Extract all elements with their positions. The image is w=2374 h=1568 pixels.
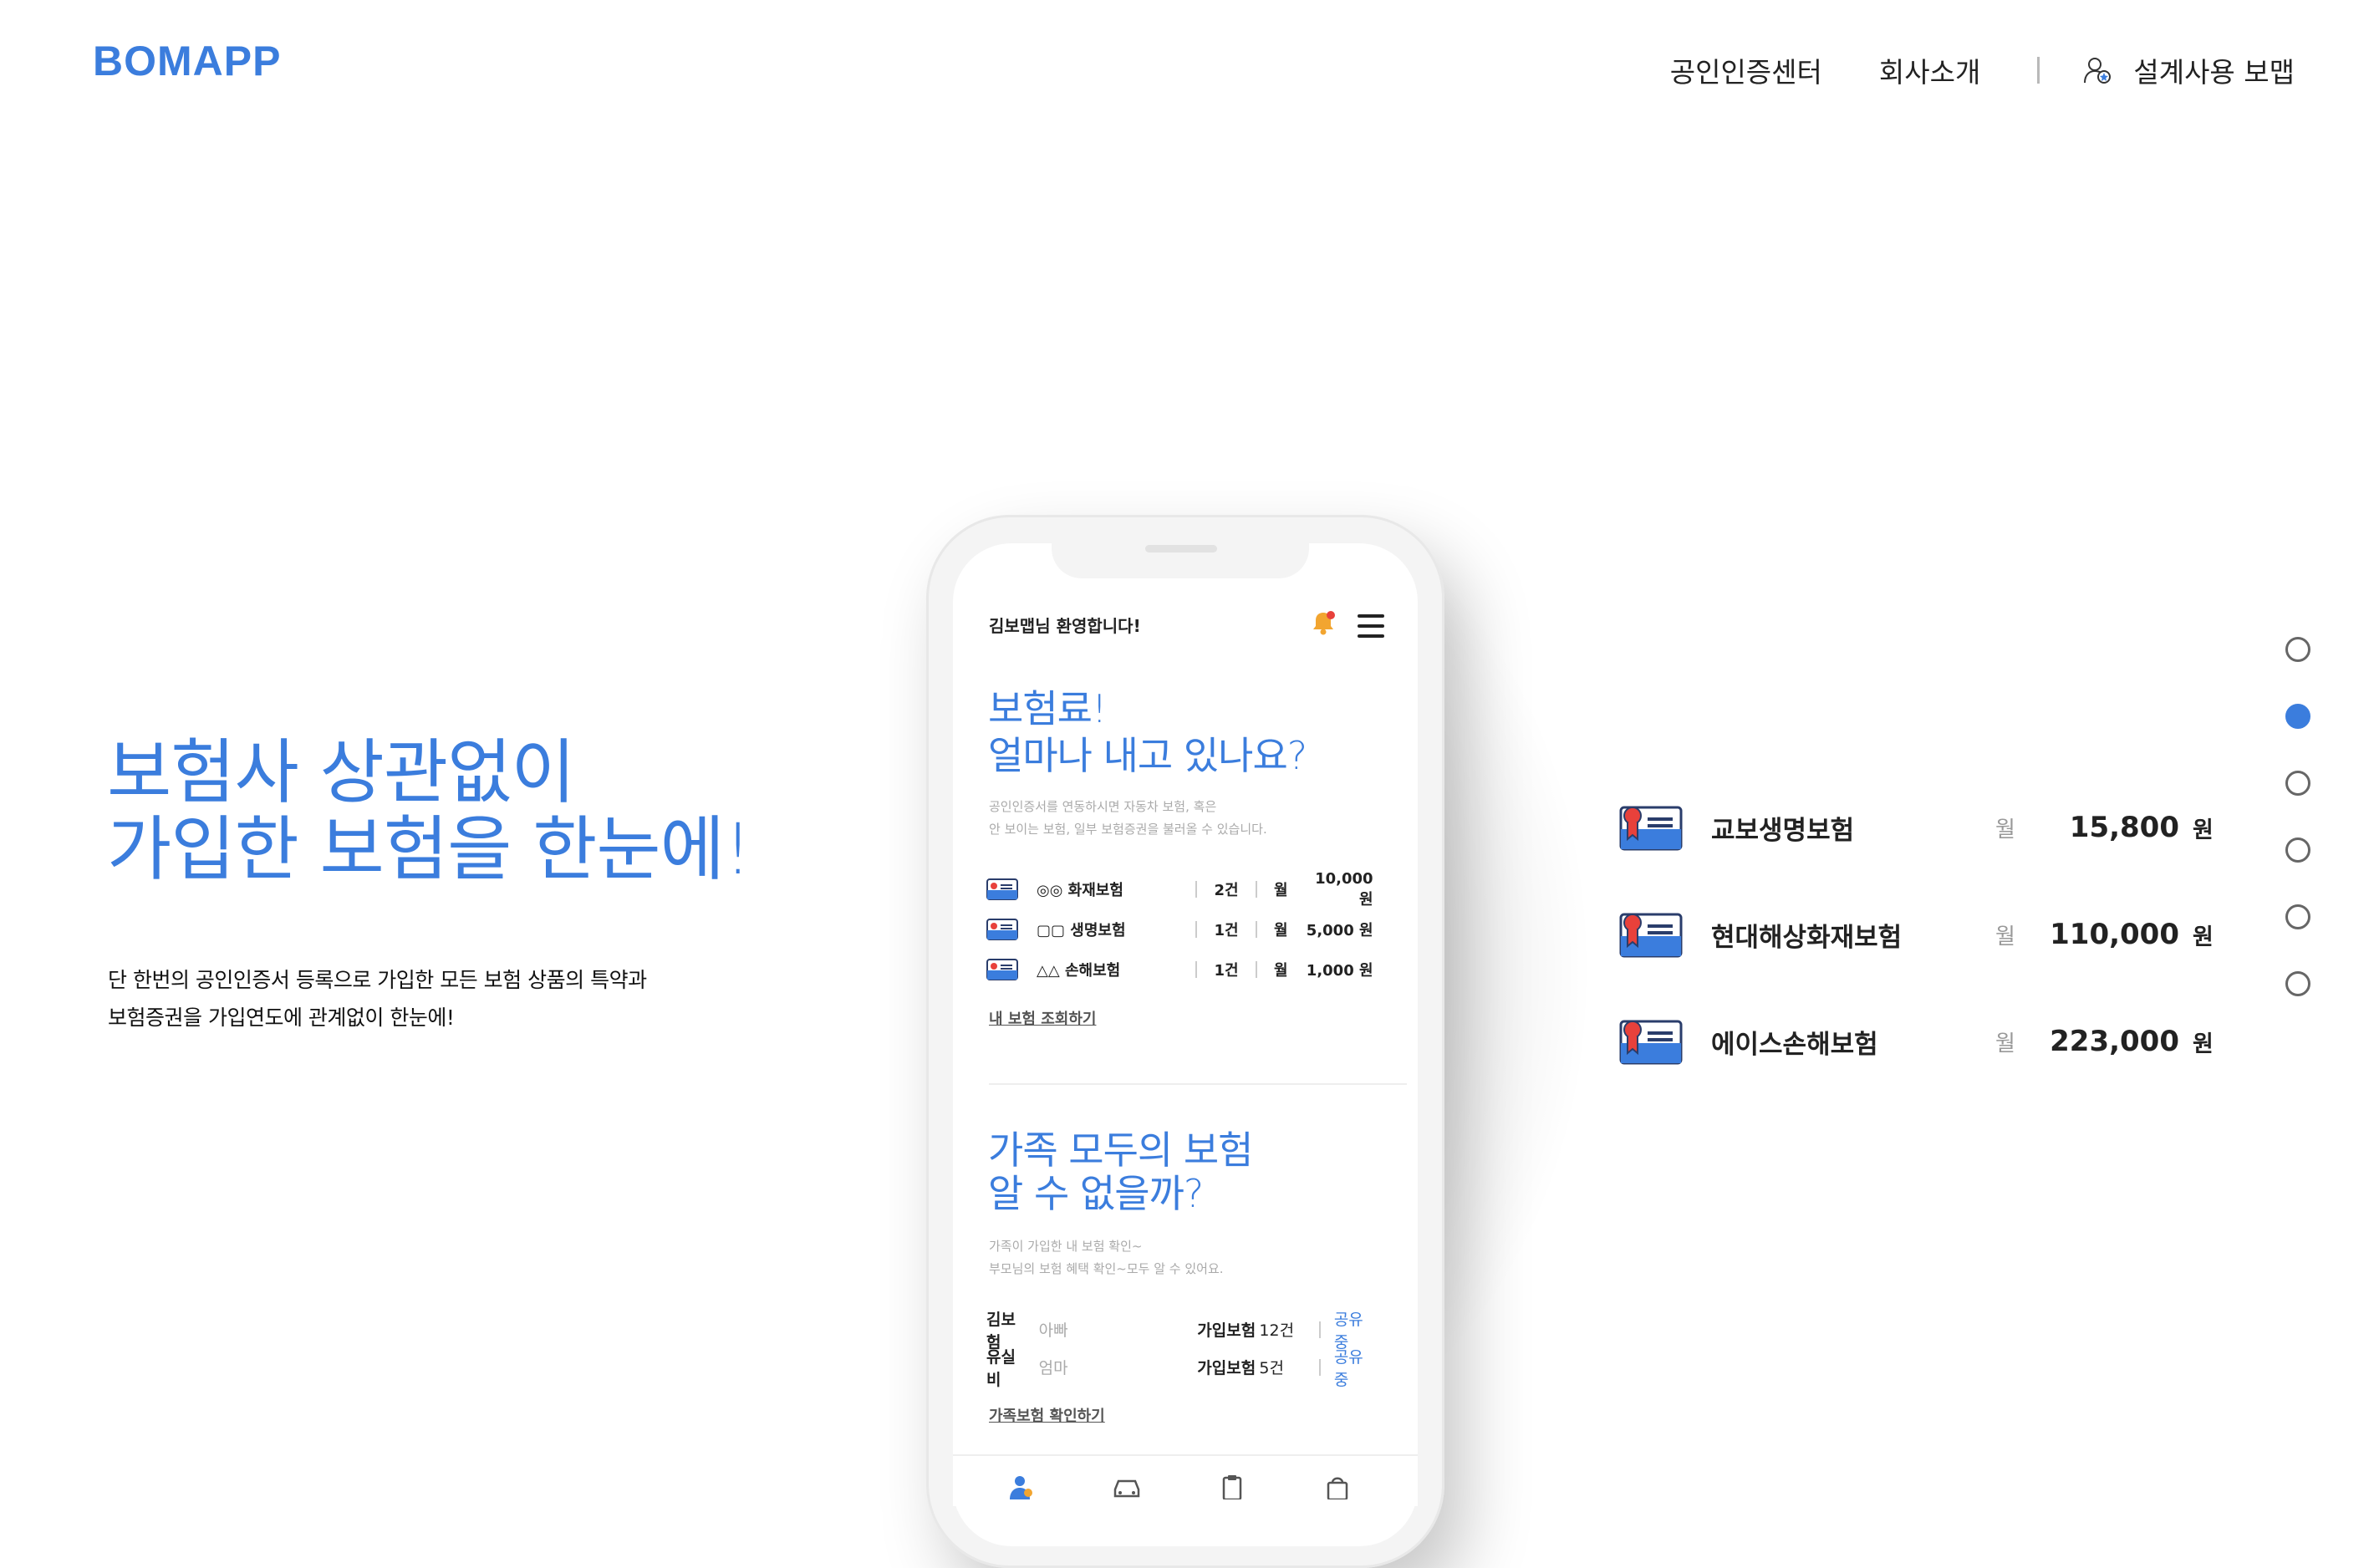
section-divider — [989, 1083, 1407, 1085]
bell-icon[interactable] — [1308, 608, 1338, 638]
top-nav: 공인인증센터 회사소개 설계사용 보맵 — [1670, 50, 2295, 90]
page-dot-3[interactable] — [2285, 771, 2310, 796]
nav-cert-center[interactable]: 공인인증센터 — [1670, 50, 1822, 90]
insurance-name: △△ 손해보험 — [1037, 962, 1121, 980]
page-dot-6[interactable] — [2285, 971, 2310, 996]
insurance-row[interactable]: ▢▢ 생명보험 1건 월 5,000 원 — [986, 909, 1379, 949]
card-company-name: 현대해상화재보험 — [1711, 922, 1903, 953]
nav-divider — [2037, 57, 2040, 84]
insurance-card-icon — [1619, 913, 1683, 958]
card-monthly-label: 월 — [1995, 817, 2015, 843]
section2-desc: 가족이 가입한 내 보험 확인~ 부모님의 보험 혜택 확인~모두 알 수 있어… — [989, 1235, 1224, 1280]
section-pagination — [2285, 637, 2310, 1038]
page-dot-4[interactable] — [2285, 837, 2310, 863]
family-insurance-list: 김보험 아빠 가입보험 12건 공유 중 유실비 엄마 가입보험 5건 공유 중 — [986, 1311, 1379, 1389]
card-amount: 15,800 — [2069, 811, 2179, 844]
hero-title-line2: 가입한 보험을 한눈에! — [107, 808, 752, 890]
hero-desc-line2: 보험증권을 가입연도에 관계없이 한눈에! — [108, 1005, 455, 1030]
card-company-name: 교보생명보험 — [1711, 815, 1855, 846]
family-member-name: 유실비 — [986, 1347, 1016, 1389]
insurance-card[interactable]: 에이스손해보험 월 223,000 원 — [1617, 1008, 2219, 1075]
insurance-card-icon — [986, 919, 1018, 940]
insurance-name: ▢▢ 생명보험 — [1037, 922, 1126, 939]
section2-desc-line1: 가족이 가입한 내 보험 확인~ — [989, 1239, 1143, 1254]
section1-desc-line1: 공인인증서를 연동하시면 자동차 보험, 혹은 — [989, 799, 1217, 814]
row-separator — [1256, 921, 1257, 938]
insurance-card[interactable]: 교보생명보험 월 15,800 원 — [1617, 794, 2219, 861]
sharing-status: 공유 중 — [1333, 1347, 1363, 1389]
card-currency: 원 — [2193, 817, 2214, 843]
welcome-text: 김보맵님 환영합니다! — [989, 616, 1141, 636]
row-separator — [1256, 961, 1257, 978]
page-dot-2-active[interactable] — [2285, 704, 2310, 729]
nav-planner-link[interactable]: 설계사용 보맵 — [2083, 50, 2295, 90]
card-amount: 110,000 — [2050, 918, 2179, 951]
phone-tab-bar — [953, 1454, 1418, 1506]
family-relation: 아빠 — [1038, 1321, 1068, 1340]
family-insurance-check-link[interactable]: 가족보험 확인하기 — [989, 1404, 1105, 1426]
hero-desc-line1: 단 한번의 공인인증서 등록으로 가입한 모든 보험 상품의 특약과 — [108, 968, 647, 992]
user-badge-icon — [2084, 58, 2112, 84]
bomapp-logo[interactable]: BOMAPP — [93, 37, 281, 85]
monthly-label: 월 — [1274, 882, 1288, 899]
insurance-card[interactable]: 현대해상화재보험 월 110,000 원 — [1617, 901, 2219, 968]
monthly-label: 월 — [1274, 922, 1288, 939]
hero-title-line1: 보험사 상관없이 — [107, 731, 576, 813]
card-amount: 223,000 — [2050, 1025, 2179, 1058]
insurance-summary-list: ◎◎ 화재보험 2건 월 10,000 원 ▢▢ 생명보험 1건 월 5,000… — [986, 869, 1379, 990]
section1-desc-line2: 안 보이는 보험, 일부 보험증권을 불러올 수 있습니다. — [989, 822, 1267, 837]
nav-company-intro[interactable]: 회사소개 — [1879, 50, 1980, 90]
insurance-card-icon — [1619, 806, 1683, 851]
hamburger-menu-icon[interactable] — [1358, 614, 1384, 644]
card-monthly-label: 월 — [1995, 924, 2015, 949]
insurance-row[interactable]: ◎◎ 화재보험 2건 월 10,000 원 — [986, 869, 1379, 909]
section2-title: 가족 모두의 보험 알 수 없을까? — [988, 1128, 1253, 1216]
phone-speaker — [1145, 545, 1217, 552]
hero-title: 보험사 상관없이 가입한 보험을 한눈에! — [107, 731, 752, 890]
page-dot-1[interactable] — [2285, 637, 2310, 662]
my-insurance-lookup-link[interactable]: 내 보험 조회하기 — [989, 1007, 1096, 1029]
row-separator — [1318, 1358, 1321, 1376]
insurance-count: 1건 — [1214, 962, 1239, 980]
insurance-row[interactable]: △△ 손해보험 1건 월 1,000 원 — [986, 949, 1379, 990]
insurance-card-icon — [986, 959, 1018, 980]
row-separator — [1318, 1321, 1321, 1338]
insurance-count: 2건 — [1214, 882, 1239, 899]
insurance-count: 1건 — [1214, 922, 1239, 939]
card-monthly-label: 월 — [1995, 1031, 2015, 1056]
insurance-amount: 5,000 원 — [1306, 922, 1373, 939]
row-separator — [1256, 881, 1257, 898]
section2-desc-line2: 부모님의 보험 혜택 확인~모두 알 수 있어요. — [989, 1261, 1224, 1276]
section2-title-line1: 가족 모두의 보험 — [988, 1128, 1253, 1173]
section2-title-line2: 알 수 없을까? — [988, 1171, 1204, 1216]
family-row[interactable]: 김보험 아빠 가입보험 12건 공유 중 — [986, 1311, 1379, 1352]
family-relation: 엄마 — [1038, 1359, 1068, 1377]
card-currency: 원 — [2193, 924, 2214, 950]
section1-title-line2: 얼마나 내고 있나요? — [988, 733, 1307, 778]
nav-planner-label: 설계사용 보맵 — [2133, 56, 2295, 89]
family-insurance-count: 12건 — [1259, 1321, 1295, 1340]
card-company-name: 에이스손해보험 — [1711, 1029, 1878, 1060]
section1-title-line1: 보험료! — [988, 686, 1107, 731]
family-insurance-count: 5건 — [1259, 1359, 1284, 1377]
insurance-card-icon — [1619, 1020, 1683, 1065]
insurance-card-icon — [986, 878, 1018, 900]
card-currency: 원 — [2193, 1031, 2214, 1057]
section1-desc: 공인인증서를 연동하시면 자동차 보험, 혹은 안 보이는 보험, 일부 보험증… — [989, 796, 1267, 841]
section1-title: 보험료! 얼마나 내고 있나요? — [988, 685, 1307, 779]
family-insurance-label: 가입보험 — [1197, 1359, 1256, 1377]
hero-description: 단 한번의 공인인증서 등록으로 가입한 모든 보험 상품의 특약과 보험증권을… — [108, 961, 647, 1036]
insurance-amount: 1,000 원 — [1306, 962, 1373, 980]
family-row[interactable]: 유실비 엄마 가입보험 5건 공유 중 — [986, 1348, 1379, 1389]
family-insurance-label: 가입보험 — [1197, 1321, 1256, 1340]
insurance-name: ◎◎ 화재보험 — [1037, 882, 1123, 899]
insurance-amount: 10,000 원 — [1315, 869, 1373, 909]
monthly-label: 월 — [1274, 962, 1288, 980]
page-dot-5[interactable] — [2285, 904, 2310, 929]
